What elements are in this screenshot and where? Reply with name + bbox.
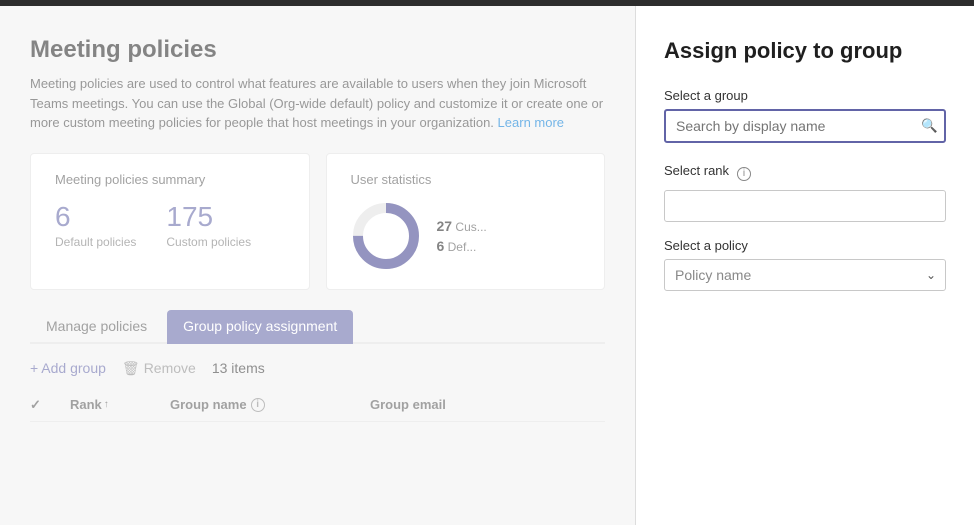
col-check: ✓ — [30, 397, 70, 413]
table-header: ✓ Rank ↑ Group name i Group email — [30, 389, 605, 422]
toolbar: + Add group 🗑 Remove 13 items — [30, 360, 605, 377]
col-rank[interactable]: Rank ↑ — [70, 397, 170, 412]
custom-stat: 27 Cus... — [437, 218, 487, 234]
left-panel: Meeting policies Meeting policies are us… — [0, 6, 635, 525]
summary-stats: 6 Default policies 175 Custom policies — [55, 201, 285, 249]
rank-info-icon[interactable]: i — [737, 167, 751, 181]
trash-icon: 🗑 — [122, 360, 140, 377]
search-icon: 🔍 — [921, 118, 938, 133]
select-rank-label: Select rank — [664, 163, 729, 178]
rank-input[interactable]: 1 — [664, 190, 946, 222]
default-policies-value: 6 — [55, 201, 136, 233]
select-policy-field: Select a policy Policy name ⌄ — [664, 238, 946, 291]
custom-policies-stat: 175 Custom policies — [166, 201, 251, 249]
col-group-email: Group email — [370, 397, 605, 412]
panel-title: Assign policy to group — [664, 38, 946, 64]
default-policies-label: Default policies — [55, 235, 136, 249]
select-group-field: Select a group 🔍 — [664, 88, 946, 143]
group-name-info-icon[interactable]: i — [251, 398, 265, 412]
page-title: Meeting policies — [30, 36, 605, 64]
user-stats-card: User statistics 27 — [326, 153, 606, 290]
rank-label-row: Select rank i — [664, 163, 946, 184]
remove-button[interactable]: 🗑 Remove — [122, 360, 196, 377]
right-panel: Assign policy to group Select a group 🔍 … — [635, 6, 974, 525]
tabs-row: Manage policies Group policy assignment — [30, 310, 605, 344]
select-group-label: Select a group — [664, 88, 946, 103]
col-group-name: Group name i — [170, 397, 370, 412]
policy-select[interactable]: Policy name — [664, 259, 946, 291]
custom-policies-label: Custom policies — [166, 235, 251, 249]
meeting-policies-summary-card: Meeting policies summary 6 Default polic… — [30, 153, 310, 290]
check-icon: ✓ — [30, 397, 41, 412]
page-description: Meeting policies are used to control wha… — [30, 74, 605, 133]
search-input-wrapper: 🔍 — [664, 109, 946, 143]
policy-select-wrapper: Policy name ⌄ — [664, 259, 946, 291]
select-policy-label: Select a policy — [664, 238, 946, 253]
custom-policies-value: 175 — [166, 201, 251, 233]
user-stats-title: User statistics — [351, 172, 581, 187]
tab-group-policy-assignment[interactable]: Group policy assignment — [167, 310, 353, 344]
rank-sort-icon: ↑ — [104, 399, 109, 410]
default-stat: 6 Def... — [437, 238, 487, 254]
stats-legend: 27 Cus... 6 Def... — [437, 218, 487, 254]
default-policies-stat: 6 Default policies — [55, 201, 136, 249]
select-rank-field: Select rank i 1 — [664, 163, 946, 222]
summary-card-title: Meeting policies summary — [55, 172, 285, 187]
search-icon-button[interactable]: 🔍 — [921, 118, 938, 134]
learn-more-link[interactable]: Learn more — [498, 115, 564, 130]
tab-manage-policies[interactable]: Manage policies — [30, 310, 163, 344]
add-group-button[interactable]: + Add group — [30, 360, 106, 376]
items-count: 13 items — [212, 360, 265, 376]
search-group-input[interactable] — [664, 109, 946, 143]
donut-chart — [351, 201, 421, 271]
summary-row: Meeting policies summary 6 Default polic… — [30, 153, 605, 290]
